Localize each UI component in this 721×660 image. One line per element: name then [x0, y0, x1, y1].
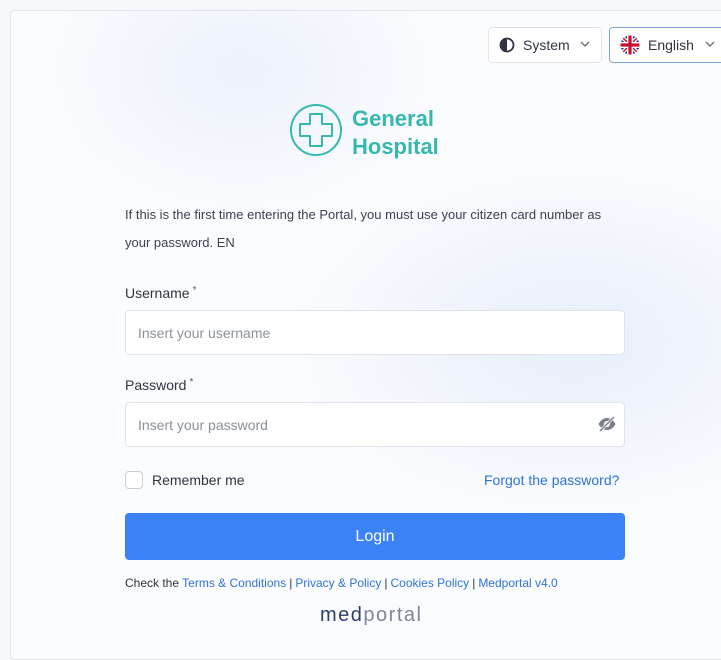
- uk-flag-icon: [620, 35, 640, 55]
- chevron-down-icon: [580, 41, 590, 47]
- footer-separator: |: [289, 576, 293, 590]
- footer-links: Check the Terms & Conditions | Privacy & P…: [125, 576, 558, 590]
- footer-separator: |: [472, 576, 476, 590]
- required-mark: *: [192, 285, 197, 296]
- version-link[interactable]: Medportal v4.0: [478, 576, 557, 590]
- contrast-icon: [499, 37, 515, 53]
- first-login-info: If this is the first time entering the P…: [125, 207, 602, 250]
- chevron-down-icon: [705, 41, 715, 47]
- remember-me-label[interactable]: Remember me: [152, 472, 245, 488]
- hospital-name-line2: Hospital: [352, 134, 439, 159]
- brand-part-med: med: [320, 604, 364, 626]
- eye-slash-icon[interactable]: [597, 416, 617, 432]
- login-button[interactable]: Login: [125, 513, 625, 560]
- theme-selector[interactable]: System: [488, 27, 602, 63]
- brand-part-portal: portal: [363, 604, 423, 626]
- theme-selector-label: System: [523, 37, 570, 53]
- password-input[interactable]: [125, 402, 625, 447]
- footer-prefix: Check the: [125, 576, 180, 590]
- hospital-name: General Hospital: [352, 105, 439, 161]
- footer-separator: |: [384, 576, 388, 590]
- hospital-name-line1: General: [352, 106, 434, 131]
- cookies-link[interactable]: Cookies Policy: [390, 576, 469, 590]
- required-mark: *: [189, 377, 194, 388]
- language-selector[interactable]: English: [609, 27, 721, 63]
- privacy-link[interactable]: Privacy & Policy: [295, 576, 381, 590]
- username-label-text: Username: [125, 285, 190, 301]
- remember-me-checkbox[interactable]: [125, 471, 143, 489]
- forgot-password-link[interactable]: Forgot the password?: [484, 472, 619, 488]
- username-label: Username *: [125, 285, 197, 301]
- language-selector-label: English: [648, 37, 694, 53]
- medportal-brand: medportal: [320, 604, 422, 627]
- username-input[interactable]: [125, 310, 625, 355]
- hospital-cross-icon: [290, 104, 342, 156]
- terms-link[interactable]: Terms & Conditions: [182, 576, 286, 590]
- password-label: Password *: [125, 377, 193, 393]
- password-label-text: Password: [125, 377, 187, 393]
